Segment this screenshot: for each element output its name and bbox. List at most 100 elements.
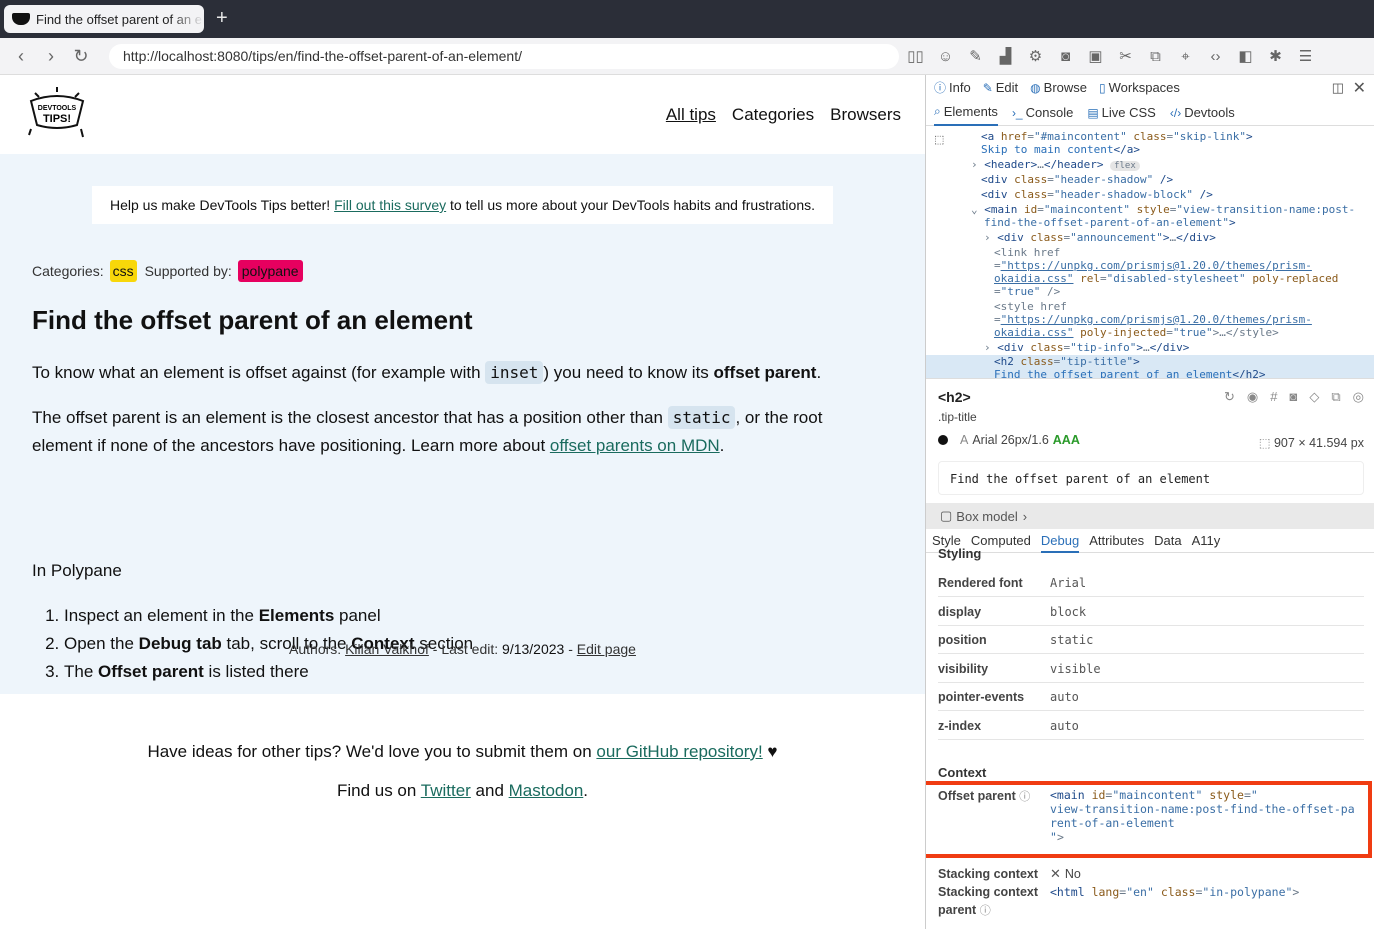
close-icon[interactable]: ✕ (1353, 78, 1366, 98)
nav-browsers[interactable]: Browsers (830, 105, 901, 125)
tab-info[interactable]: ⓘ Info (934, 79, 971, 96)
p2-end: . (719, 436, 725, 455)
tab-workspaces[interactable]: ▯ Workspaces (1099, 80, 1180, 95)
survey-text: Help us make DevTools Tips better! (109, 197, 335, 213)
edit-date: 9/13/2023 (502, 641, 565, 657)
resize-icon[interactable]: ⧉ (1146, 47, 1165, 66)
tab-data[interactable]: Data (1154, 533, 1181, 548)
x-icon: ✕ (1050, 866, 1061, 881)
stacking-parent-value[interactable]: <html lang="en" class="in-polypane"> (1050, 885, 1299, 899)
grid-icon[interactable]: # (1270, 389, 1277, 405)
user-icon[interactable]: ☺ (936, 47, 955, 66)
refresh-icon[interactable]: ↻ (1224, 389, 1235, 405)
list-item: The Offset parent is listed there (64, 658, 473, 686)
devtools-panel: ⓘ Info ✎ Edit ◍ Browse ▯ Workspaces ◫ ✕ ⌕ Ele… (925, 75, 1374, 929)
toolbar: ‹ › ↻ http://localhost:8080/tips/en/find… (0, 38, 1374, 75)
size-icon: ⬚ (1258, 436, 1274, 450)
element-size: ⬚ 907 × 41.594 px (1258, 436, 1364, 450)
chrome-icon[interactable]: ◎ (1353, 389, 1364, 405)
paragraph-3: In Polypane (32, 561, 122, 580)
list-item: Inspect an element in the Elements panel (64, 602, 473, 630)
p1-bold: offset parent (713, 363, 817, 382)
mdn-link[interactable]: offset parents on MDN (550, 436, 720, 455)
inset-code: inset (485, 361, 544, 384)
prop-row: position static (938, 626, 1364, 654)
diamond-icon[interactable]: ◇ (1309, 389, 1319, 405)
svg-text:TIPS!: TIPS! (43, 113, 71, 125)
categories-label: Categories: (32, 263, 104, 279)
svg-text:DEVTOOLS: DEVTOOLS (38, 105, 77, 112)
tab-attributes[interactable]: Attributes (1089, 533, 1144, 548)
p1-text: To know what an element is offset agains… (32, 363, 486, 382)
tip-meta: Categories: css Supported by: polypane (32, 260, 303, 282)
address-bar[interactable]: http://localhost:8080/tips/en/find-the-o… (109, 44, 899, 69)
static-code: static (667, 406, 736, 429)
chart-icon[interactable]: ▟ (996, 47, 1015, 66)
category-badge[interactable]: css (109, 260, 137, 282)
font-icon: A (960, 433, 969, 447)
survey-banner: Help us make DevTools Tips better! Fill … (92, 186, 833, 224)
edit-icon: ✎ (982, 81, 993, 95)
reload-icon[interactable]: ↻ (66, 46, 96, 67)
element-info: <h2> .tip-title ↻ ◉ # ◙ ◇ ⧉ ◎ A Arial 26px/1.6… (926, 378, 1374, 503)
prop-row: visibility visible (938, 655, 1364, 683)
color-swatch-icon (938, 435, 948, 445)
elements-tree: ⬚ <a href="#maincontent" class="skip-lin… (926, 126, 1374, 378)
inspect-icon[interactable]: ⌖ (1176, 47, 1195, 66)
github-link[interactable]: our GitHub repository! (596, 742, 762, 761)
image-icon[interactable]: ▣ (1086, 47, 1105, 66)
main-content: Help us make DevTools Tips better! Fill … (0, 154, 925, 694)
tab-a11y[interactable]: A11y (1192, 533, 1221, 548)
toolbar-icons: ▯▯ ☺ ✎ ▟ ⚙ ◙ ▣ ✂ ⧉ ⌖ ‹› ◧ ✱ ☰ (906, 38, 1315, 75)
tab-browse[interactable]: ◍ Browse (1030, 80, 1087, 95)
devtools-tips-logo[interactable]: DEVTOOLS TIPS! (25, 85, 89, 139)
tools-icon[interactable]: ✂ (1116, 47, 1135, 66)
tab-elements[interactable]: ⌕ Elements (934, 100, 998, 126)
tab-console[interactable]: ›_ Console (1012, 105, 1073, 120)
survey-link[interactable]: Fill out this survey (334, 197, 446, 213)
tab-bar: Find the offset parent of an element + (0, 0, 1374, 38)
footer-line-2: Find us on Twitter and Mastodon. (336, 781, 589, 800)
camera-icon[interactable]: ◙ (1056, 47, 1075, 66)
web-page: DEVTOOLS TIPS! All tips Categories Brows… (0, 75, 925, 929)
browser-badge[interactable]: polypane (237, 260, 303, 282)
copy-icon[interactable]: ⧉ (1331, 389, 1340, 405)
twitter-link[interactable]: Twitter (421, 781, 471, 800)
back-icon[interactable]: ‹ (6, 46, 36, 67)
eye-icon[interactable]: ◉ (1247, 389, 1258, 405)
screenshot-icon[interactable]: ◙ (1290, 389, 1298, 405)
browser-tab[interactable]: Find the offset parent of an element (4, 5, 204, 33)
paragraph-1: To know what an element is offset agains… (32, 359, 862, 387)
page-title: Find the offset parent of an element (32, 305, 473, 335)
edit-page-link[interactable]: Edit page (577, 641, 636, 657)
tab-debug[interactable]: Debug (1040, 529, 1080, 553)
favicon-icon (12, 13, 30, 25)
forward-icon[interactable]: › (36, 46, 66, 67)
dock-icon[interactable]: ◫ (1332, 80, 1344, 96)
settings-icon[interactable]: ⚙ (1026, 47, 1045, 66)
prop-row: Rendered font Arial (938, 569, 1364, 597)
tab-edit[interactable]: ✎ Edit (983, 80, 1018, 95)
nav-all-tips[interactable]: All tips (666, 105, 716, 125)
sidebar-icon[interactable]: ◧ (1236, 47, 1255, 66)
devtools-top-tabs: ⓘ Info ✎ Edit ◍ Browse ▯ Workspaces ◫ ✕ (926, 75, 1374, 100)
info-icon: ⓘ (934, 81, 947, 95)
tab-title: Find the offset parent of an element (36, 11, 204, 27)
nav-categories[interactable]: Categories (732, 105, 814, 125)
prop-row: pointer-events auto (938, 683, 1364, 711)
author-link[interactable]: Kilian Valkhof (345, 641, 429, 657)
code-icon[interactable]: ‹› (1206, 47, 1225, 66)
extensions-icon[interactable]: ✱ (1266, 47, 1285, 66)
tab-live-css[interactable]: ▤ Live CSS (1087, 105, 1156, 120)
pen-icon[interactable]: ✎ (966, 47, 985, 66)
mastodon-link[interactable]: Mastodon (509, 781, 584, 800)
new-tab-button[interactable]: + (216, 6, 228, 30)
sliders-icon[interactable]: ☰ (1296, 47, 1315, 66)
box-model-toggle[interactable]: ▢ Box model › (926, 503, 1374, 529)
pick-element-icon[interactable]: ⬚ (934, 134, 944, 147)
site-header: DEVTOOLS TIPS! All tips Categories Brows… (0, 75, 925, 154)
panels-icon[interactable]: ▯▯ (906, 47, 925, 66)
stacking-parent-label: Stacking context parent ⓘ (938, 885, 1039, 917)
tab-devtools[interactable]: ‹/› Devtools (1170, 105, 1235, 120)
element-text-preview: Find the offset parent of an element (938, 461, 1364, 495)
